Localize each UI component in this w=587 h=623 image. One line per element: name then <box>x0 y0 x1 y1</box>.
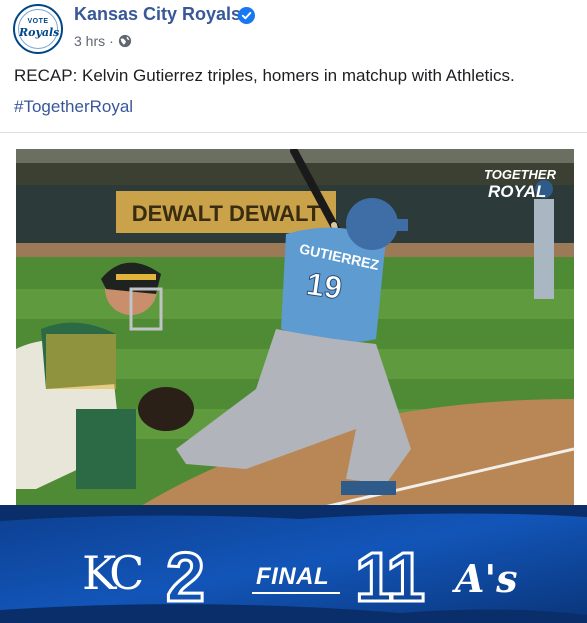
hashtag-link[interactable]: #TogetherRoyal <box>14 97 133 117</box>
wall-ad-text: DEWALT DEWALT <box>132 201 321 226</box>
jersey-number: 19 <box>304 265 344 306</box>
post-timestamp[interactable]: 3 hrs <box>74 33 105 49</box>
verified-badge-icon <box>238 7 255 24</box>
avatar-vote-text: VOTE <box>27 18 49 25</box>
page-name-link[interactable]: Kansas City Royals <box>74 4 241 25</box>
avatar-ring: VOTE Royals <box>18 9 60 49</box>
meta-separator: · <box>109 33 114 49</box>
royals-logo: KC <box>82 546 144 600</box>
athletics-score: 11 <box>354 538 427 616</box>
together-royal-logo: TOGETHER ROYAL <box>484 167 557 201</box>
final-underline <box>252 592 340 594</box>
post-meta: 3 hrs · <box>74 33 132 49</box>
game-photo[interactable]: DEWALT DEWALT GUTIERREZ 19 TOGETHER ROYA… <box>16 149 574 509</box>
globe-icon[interactable] <box>118 34 132 48</box>
final-label: FINAL <box>256 563 330 590</box>
post-message: RECAP: Kelvin Gutierrez triples, homers … <box>14 66 515 85</box>
athletics-logo: A's <box>455 556 518 601</box>
header-divider <box>0 132 587 133</box>
royals-score: 2 <box>165 538 207 616</box>
post-header: VOTE Royals Kansas City Royals 3 hrs · R… <box>0 0 587 133</box>
banner-line1: TOGETHER <box>484 167 557 182</box>
banner-line2: ROYAL <box>488 182 546 201</box>
avatar-royals-text: Royals <box>19 26 60 39</box>
page-avatar[interactable]: VOTE Royals <box>13 4 63 54</box>
